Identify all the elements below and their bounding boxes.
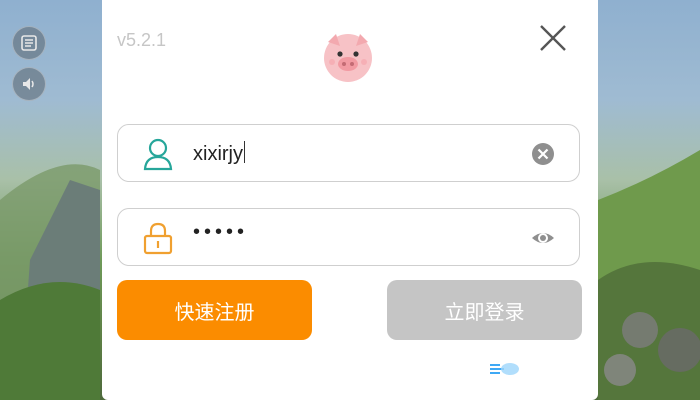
login-dialog: v5.2.1 xixirjy ••••• 快速注册 立即登录 bbox=[102, 0, 598, 400]
password-input[interactable]: ••••• bbox=[193, 221, 248, 244]
quick-register-button[interactable]: 快速注册 bbox=[117, 280, 312, 340]
speaker-icon bbox=[23, 78, 34, 90]
list-icon bbox=[21, 35, 37, 51]
clear-icon[interactable] bbox=[531, 142, 555, 166]
username-input[interactable]: xixirjy bbox=[193, 141, 245, 166]
lock-icon bbox=[143, 222, 173, 255]
username-value: xixirjy bbox=[193, 143, 243, 165]
sound-button[interactable] bbox=[12, 67, 46, 101]
login-button[interactable]: 立即登录 bbox=[387, 280, 582, 340]
version-label: v5.2.1 bbox=[117, 30, 167, 50]
close-icon[interactable] bbox=[537, 22, 569, 54]
eye-icon[interactable] bbox=[531, 226, 555, 250]
menu-button[interactable] bbox=[12, 26, 46, 60]
text-caret bbox=[244, 141, 245, 163]
username-field[interactable]: xixirjy bbox=[117, 124, 580, 182]
pig-icon bbox=[324, 34, 372, 82]
user-icon bbox=[143, 138, 173, 171]
loading-indicator-icon bbox=[490, 363, 519, 375]
password-field[interactable]: ••••• bbox=[117, 208, 580, 266]
